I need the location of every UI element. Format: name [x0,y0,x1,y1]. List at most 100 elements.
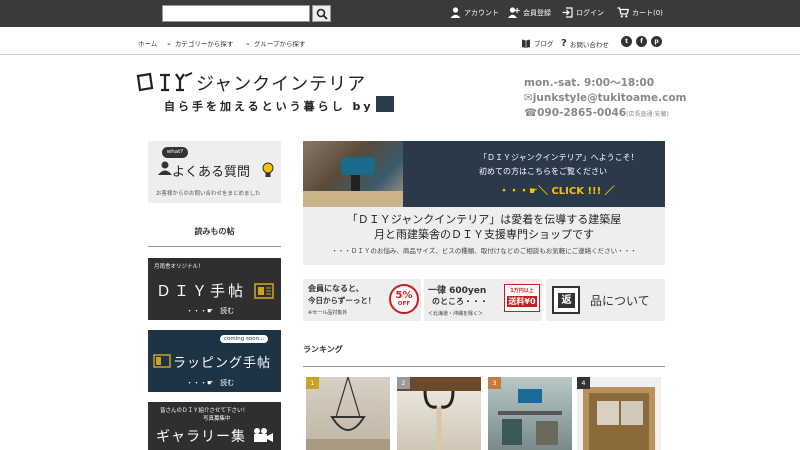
intro-box: 「ＤＩＹジャンクインテリア」は愛着を伝導する建築屋 月と雨建築舎のＤＩＹ支援専門… [303,207,665,265]
top-bar [0,0,800,27]
gallery-tag2: 写真募集中 [203,416,231,422]
gallery-title: ギャラリー集 [156,429,246,445]
wrapping-notebook-banner[interactable]: coming soon... ラッピング手帖 ・・・☛ 読む [148,330,281,392]
chevron-down-icon: ⌄ [245,39,251,47]
rank-number: 3 [488,377,501,389]
shipping-badge-main: 送料¥0 [507,296,537,307]
shipping-badge-top: 1万円以上 [510,288,534,294]
speech-bubble: what? [162,147,188,158]
rank-number: 1 [306,377,319,389]
lightbulb-icon [262,162,274,177]
discount-percent: 5% [395,290,413,301]
twitter-icon[interactable]: t [621,36,632,47]
account-label: アカウント [464,8,499,17]
login-label: ログイン [576,8,604,17]
login-link[interactable]: ログイン [562,7,604,18]
nav-contact[interactable]: ? お問い合わせ [561,38,609,49]
search-button[interactable] [312,5,331,22]
question-icon: ? [561,38,567,49]
cart-link[interactable]: カート(0) [617,7,663,18]
free-shipping-banner[interactable]: 一律 600yen のところ・・・ ＜北海道・沖縄を除く＞ 1万円以上 送料¥0 [424,279,542,321]
user-icon [450,7,461,18]
reading-heading: 読みもの帖 [194,227,235,236]
returns-banner[interactable]: 返 品について [546,279,665,321]
return-icon: 返 [552,286,580,314]
banner-line1: 「ＤＩＹジャンクインテリア」へようこそ！ [479,153,639,162]
account-link[interactable]: アカウント [450,7,499,18]
add-user-icon [508,7,520,18]
business-hours: mon.-sat. 9:00～18:00 [524,77,655,89]
phone-number[interactable]: ☎090-2865-0046(店長直通:安藤) [524,106,687,122]
ranking-item[interactable]: 2 [397,377,481,450]
divider [148,246,281,247]
logo-tagline: 自ら手を加えるという暮らし by [164,100,374,113]
rank-number: 4 [577,377,590,389]
gallery-banner[interactable]: 皆さんのＤＩＹ紹介させて下さい！ 写真募集中 ギャラリー集 [148,402,281,450]
nav-blog-label: ブログ [534,40,554,48]
shipping-note: ＜北海道・沖縄を除く＞ [428,311,484,317]
wrapping-tag: coming soon... [220,335,269,343]
return-icon-label: 返 [558,293,575,308]
register-label: 会員登録 [523,8,551,17]
intro-line1: 「ＤＩＹジャンクインテリア」は愛着を伝導する建築屋 [346,213,622,226]
click-cta: ・・・☛＼ CLICK !!! ／ [499,186,615,197]
nav-category-label: カテゴリーから探す [174,40,234,48]
faq-title: よくある質問 [172,165,251,180]
shipping-line1: 一律 600yen [428,286,487,296]
email-address[interactable]: ✉junkstyle@tukitoame.com [524,91,687,106]
cart-label: カート(0) [632,8,663,17]
phone-value: ☎090-2865-0046 [524,107,627,119]
welcome-banner[interactable]: 「ＤＩＹジャンクインテリア」へようこそ！ 初めての方はこちらをご覧ください ・・… [303,141,665,207]
nav-home-label: ホーム [138,40,158,48]
notebook-icon [254,283,274,299]
shipping-badge: 1万円以上 送料¥0 [504,284,540,312]
chevron-down-icon: ⌄ [166,39,172,47]
facebook-icon[interactable]: f [636,36,647,47]
nav-contact-label: お問い合わせ [569,40,609,49]
main-nav [0,27,800,55]
wrapping-read-link: ・・・☛ 読む [186,379,235,387]
banner-line2: 初めての方はこちらをご覧ください [479,167,607,176]
ranking-item[interactable]: 4 [577,377,661,450]
diy-notebook-banner[interactable]: 月雨舎オリジナル！ ＤＩＹ手帖 ・・・☛ 読む [148,258,281,320]
logo-title: ジャンクインテリア [196,74,367,95]
diy-photo [303,141,403,207]
nav-category[interactable]: ⌄ カテゴリーから探す [166,38,233,48]
power-tool-image [303,157,403,207]
member-discount-banner[interactable]: 会員になると、 今日からずーっと！ ※セール品対象外 5% OFF [303,279,421,321]
book-icon [522,39,530,48]
diy-read-link: ・・・☛ 読む [186,307,235,315]
member-note: ※セール品対象外 [308,310,348,316]
nav-blog[interactable]: ブログ [521,38,554,48]
faq-subtitle: お客様からのお問い合わせをまとめました [156,191,261,197]
ranking-heading: ランキング [303,345,343,354]
contact-info: mon.-sat. 9:00～18:00 ✉junkstyle@tukitoam… [524,76,687,122]
nav-group-label: グループから探す [253,40,306,48]
divider [303,366,665,367]
member-line2: 今日からずーっと！ [308,296,376,305]
intro-line2: 月と雨建築舎のＤＩＹ支援専門ショップです [374,228,594,241]
site-logo[interactable]: ジャンクインテリア 自ら手を加えるという暮らし by [136,70,416,120]
pinterest-icon[interactable]: p [651,36,662,47]
ranking-item[interactable]: 1 [306,377,390,450]
ranking-item[interactable]: 3 [488,377,572,450]
search-input[interactable] [162,5,310,22]
phone-note: (店長直通:安藤) [626,111,669,118]
notebook-icon [153,354,171,368]
nav-home[interactable]: ホーム [138,38,157,48]
person-icon [158,161,172,175]
register-link[interactable]: 会員登録 [508,7,551,18]
video-camera-icon [254,428,273,442]
logo-tools-icon [136,72,193,92]
cart-icon [617,7,629,18]
rank-number: 2 [397,377,410,389]
faq-banner[interactable]: what? よくある質問 お客様からのお問い合わせをまとめました [148,141,281,203]
diy-title: ＤＩＹ手帖 [156,282,247,300]
nav-group[interactable]: ⌄ グループから探す [245,38,306,48]
intro-line3: ・・・ＤＩＹのお悩み、商品サイズ、ビスの種類、取付けなどのご相談もお気軽にご連絡… [331,247,637,255]
shipping-line2: のところ・・・ [432,297,488,306]
wrapping-title: ラッピング手帖 [173,356,272,371]
login-icon [562,7,573,18]
diy-tag: 月雨舎オリジナル！ [154,264,204,270]
discount-off: OFF [397,301,411,307]
